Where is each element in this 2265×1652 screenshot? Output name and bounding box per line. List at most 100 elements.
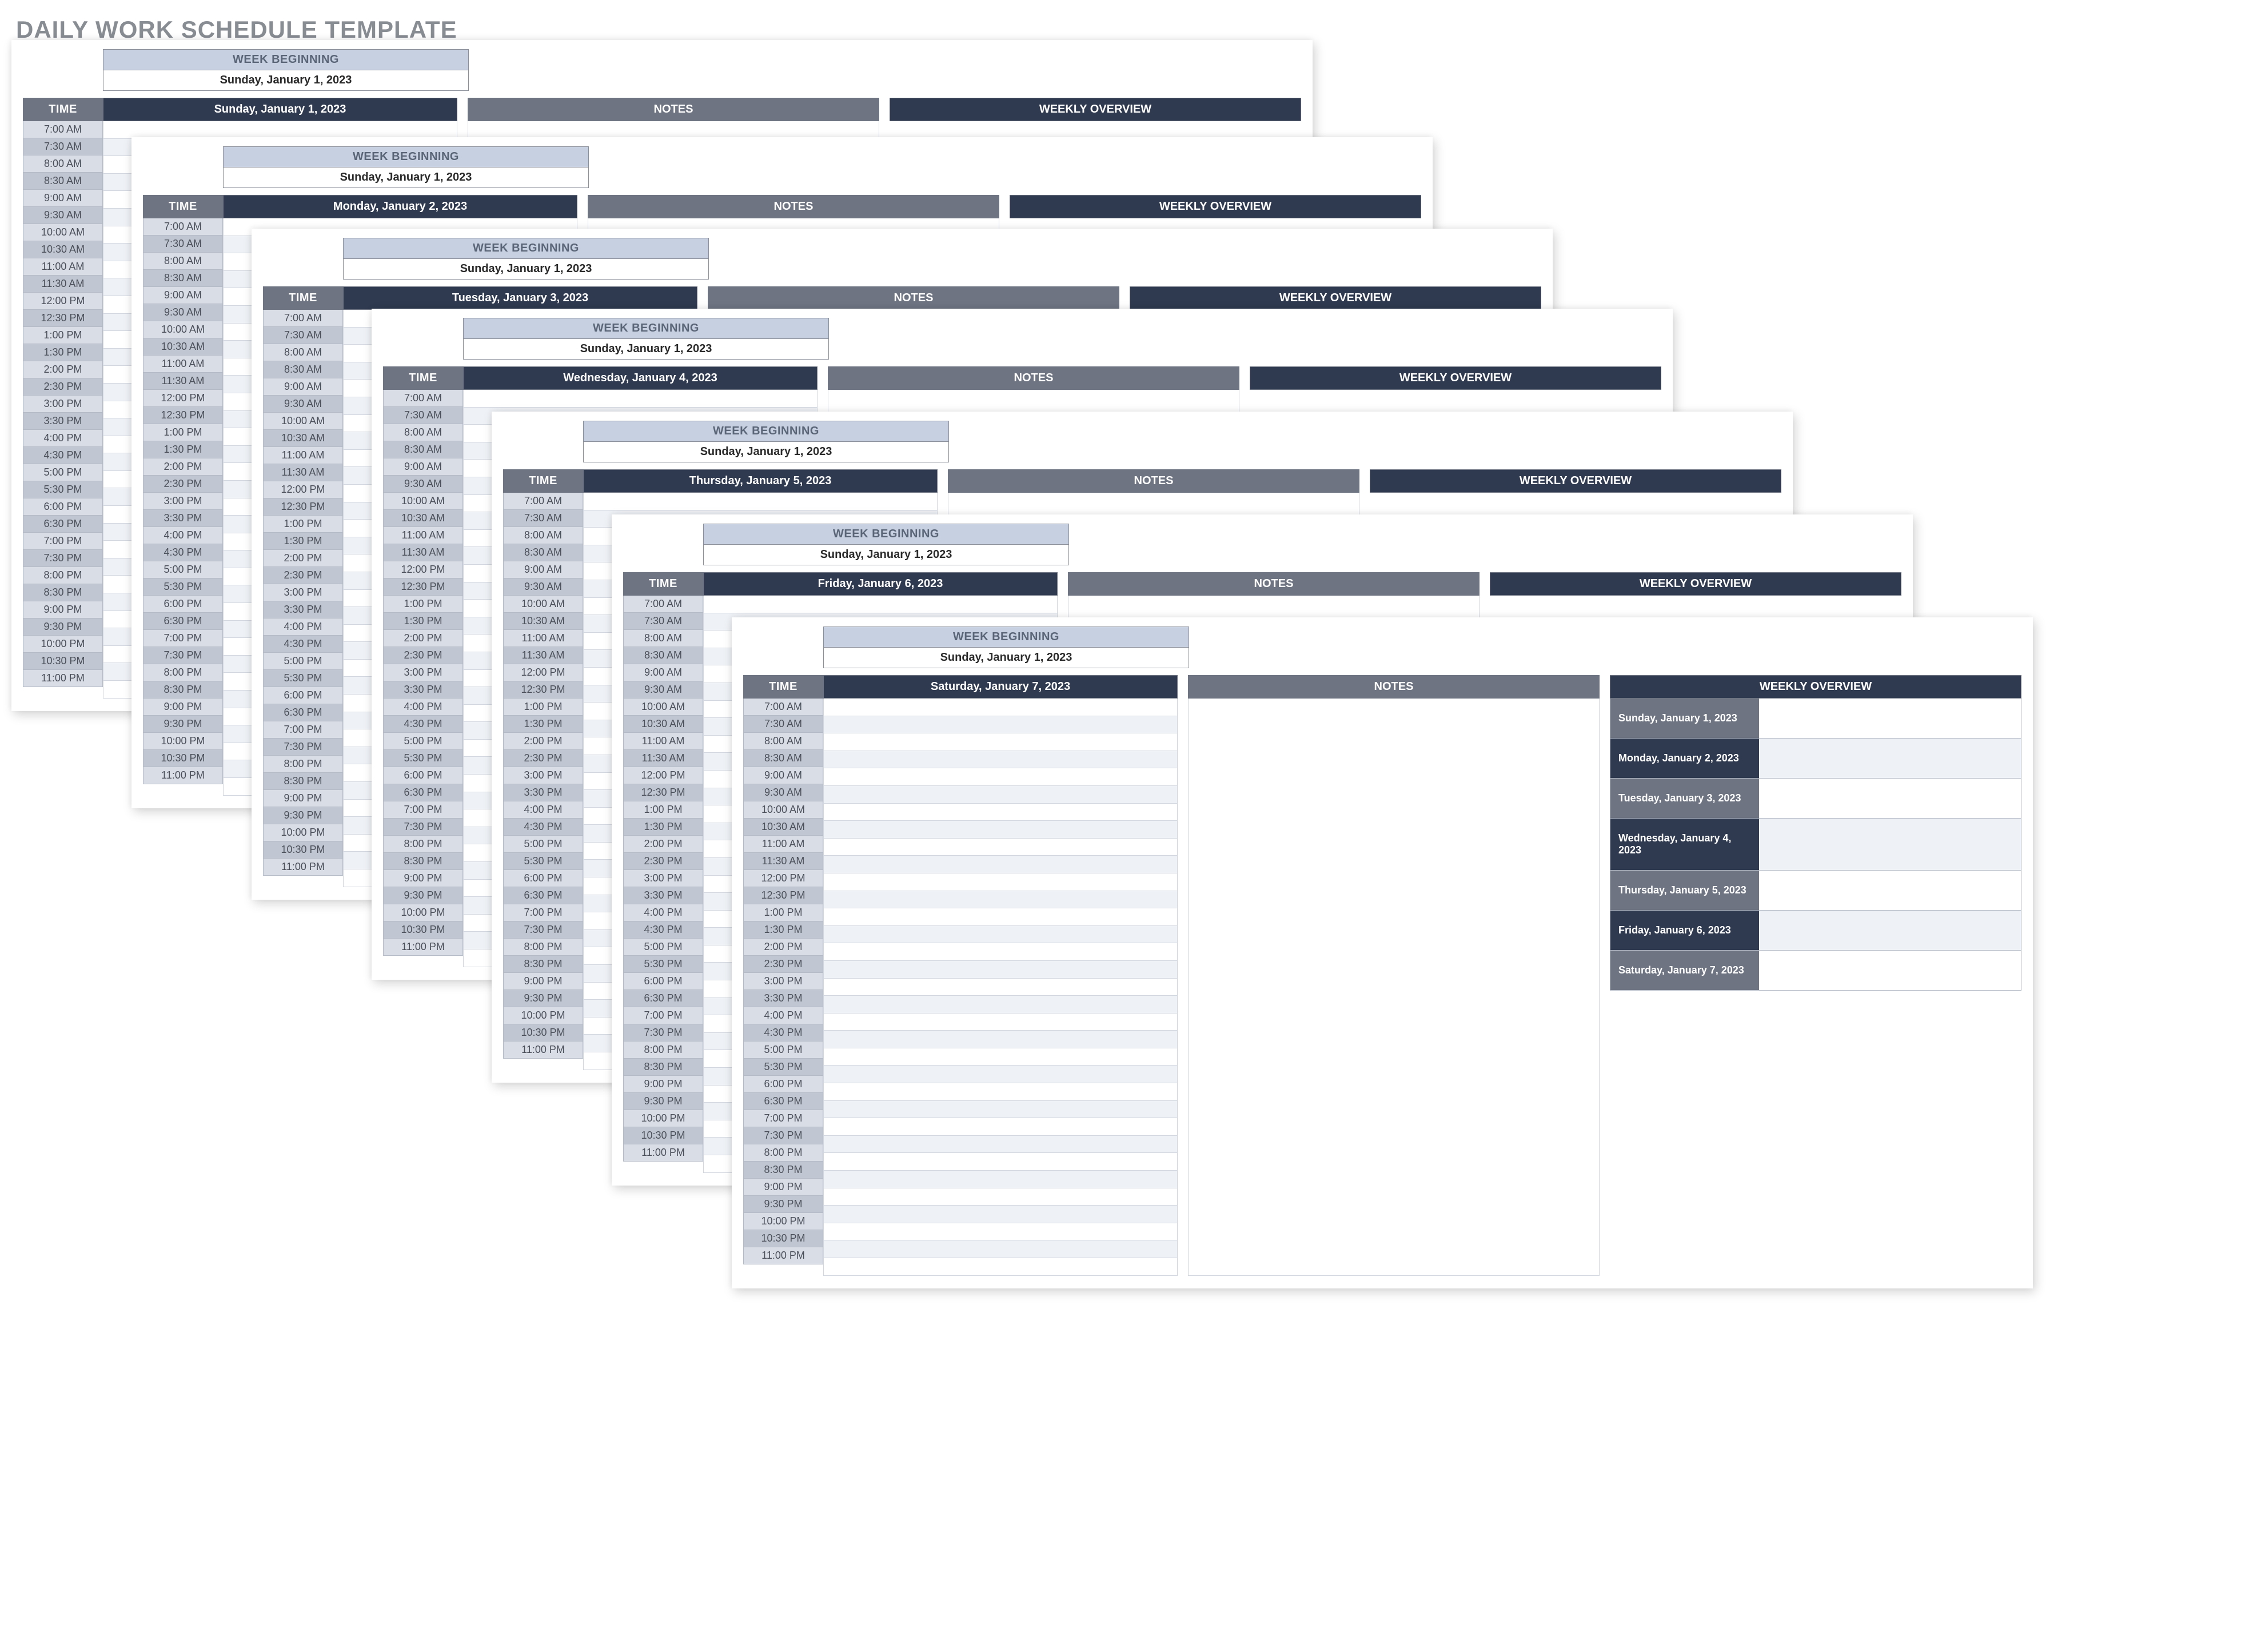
time-slot-cell[interactable]	[823, 1013, 1178, 1031]
week-beginning-box: WEEK BEGINNINGSunday, January 1, 2023	[463, 318, 829, 360]
time-label: 1:00 PM	[383, 596, 463, 613]
time-slot-cell[interactable]	[823, 943, 1178, 961]
time-label: 7:30 PM	[263, 739, 343, 756]
week-beginning-box: WEEK BEGINNINGSunday, January 1, 2023	[823, 627, 1189, 668]
time-slot-cell[interactable]	[823, 699, 1178, 716]
weekly-day-cell[interactable]	[1759, 911, 2021, 950]
time-label: 9:00 AM	[143, 287, 223, 304]
time-slot-cell[interactable]	[823, 873, 1178, 891]
time-slot-cell[interactable]	[823, 1118, 1178, 1136]
time-label: 7:30 AM	[743, 716, 823, 733]
notes-area[interactable]	[1188, 699, 1600, 1276]
time-slot-cell[interactable]	[823, 1066, 1178, 1083]
time-label: 2:30 PM	[743, 956, 823, 973]
time-label: 7:00 AM	[23, 121, 103, 138]
time-slot-cell[interactable]	[823, 804, 1178, 821]
time-label: 7:30 PM	[503, 921, 583, 939]
time-slot-cell[interactable]	[823, 891, 1178, 909]
time-label: 11:00 AM	[383, 527, 463, 544]
weekly-day-cell[interactable]	[1759, 871, 2021, 910]
weekly-overview-row[interactable]: Wednesday, January 4, 2023	[1610, 819, 2021, 871]
week-beginning-value: Sunday, January 1, 2023	[464, 339, 828, 359]
time-label: 2:00 PM	[263, 550, 343, 567]
time-slot-cell[interactable]	[823, 1188, 1178, 1206]
time-label: 10:30 AM	[143, 338, 223, 356]
time-slot-cell[interactable]	[823, 716, 1178, 734]
time-label: 9:30 AM	[503, 578, 583, 596]
time-label: 4:00 PM	[383, 699, 463, 716]
notes-header: NOTES	[588, 195, 999, 218]
time-label: 12:30 PM	[743, 887, 823, 904]
time-slot-cell[interactable]	[703, 596, 1058, 613]
time-slot-cell[interactable]	[463, 390, 818, 408]
time-label: 4:00 PM	[23, 430, 103, 447]
weekly-day-cell[interactable]	[1759, 699, 2021, 738]
time-label: 5:00 PM	[743, 1042, 823, 1059]
weekly-day-cell[interactable]	[1759, 951, 2021, 990]
notes-header: NOTES	[468, 98, 879, 121]
time-label: 10:00 PM	[623, 1110, 703, 1127]
time-label: 6:00 PM	[623, 973, 703, 990]
time-slot-cell[interactable]	[823, 908, 1178, 926]
weekly-overview-row[interactable]: Thursday, January 5, 2023	[1610, 871, 2021, 911]
time-slot-cell[interactable]	[823, 1136, 1178, 1154]
time-slot-cell[interactable]	[823, 1240, 1178, 1258]
weekly-overview-row[interactable]: Tuesday, January 3, 2023	[1610, 779, 2021, 819]
time-slot-cell[interactable]	[823, 839, 1178, 856]
weekly-day-cell[interactable]	[1759, 739, 2021, 778]
date-header: Sunday, January 1, 2023	[103, 98, 457, 121]
time-slot-cell[interactable]	[823, 856, 1178, 873]
time-label: 8:00 PM	[23, 567, 103, 584]
time-slot-cell[interactable]	[823, 996, 1178, 1013]
time-header: TIME	[263, 286, 343, 310]
weekly-overview-row[interactable]: Monday, January 2, 2023	[1610, 739, 2021, 779]
time-slot-cell[interactable]	[823, 961, 1178, 979]
time-slot-cell[interactable]	[583, 493, 938, 510]
time-label: 10:00 PM	[263, 824, 343, 841]
weekly-day-cell[interactable]	[1759, 779, 2021, 818]
time-slot-cell[interactable]	[823, 1101, 1178, 1119]
time-slot-cell[interactable]	[823, 1083, 1178, 1101]
time-label: 9:00 AM	[623, 664, 703, 681]
time-label: 4:30 PM	[623, 921, 703, 939]
notes-header: NOTES	[708, 286, 1119, 310]
time-slot-cell[interactable]	[823, 786, 1178, 804]
time-slot-cell[interactable]	[823, 1206, 1178, 1223]
date-header: Monday, January 2, 2023	[223, 195, 577, 218]
time-label: 1:00 PM	[503, 699, 583, 716]
time-slot-cell[interactable]	[823, 979, 1178, 996]
time-slot-cell[interactable]	[823, 1153, 1178, 1171]
weekly-overview-row[interactable]: Saturday, January 7, 2023	[1610, 951, 2021, 991]
weekly-overview-row[interactable]: Sunday, January 1, 2023	[1610, 699, 2021, 739]
time-slot-cell[interactable]	[823, 1048, 1178, 1066]
time-label: 11:30 AM	[383, 544, 463, 561]
time-header: TIME	[143, 195, 223, 218]
date-header: Saturday, January 7, 2023	[823, 675, 1178, 699]
time-label: 5:30 PM	[383, 750, 463, 767]
time-slot-cell[interactable]	[823, 768, 1178, 786]
time-slot-cell[interactable]	[823, 1171, 1178, 1188]
weekly-overview-row[interactable]: Friday, January 6, 2023	[1610, 911, 2021, 951]
time-slot-cell[interactable]	[823, 1031, 1178, 1048]
time-label: 9:00 AM	[503, 561, 583, 578]
time-slot-cell[interactable]	[823, 821, 1178, 839]
time-header: TIME	[503, 469, 583, 493]
time-slot-cell[interactable]	[823, 733, 1178, 751]
time-label: 7:00 PM	[383, 801, 463, 819]
weekly-overview-header: WEEKLY OVERVIEW	[1490, 572, 1901, 596]
time-label: 8:30 AM	[263, 361, 343, 378]
time-slot-cell[interactable]	[823, 751, 1178, 769]
time-slot-cell[interactable]	[823, 926, 1178, 944]
time-label: 2:00 PM	[623, 836, 703, 853]
time-label: 9:00 AM	[263, 378, 343, 396]
time-label: 1:00 PM	[143, 424, 223, 441]
weekly-day-cell[interactable]	[1759, 819, 2021, 870]
time-label: 6:30 PM	[503, 887, 583, 904]
time-slot-cell[interactable]	[823, 1223, 1178, 1241]
time-label: 8:30 AM	[743, 750, 823, 767]
time-label: 10:00 PM	[143, 733, 223, 750]
time-label: 12:00 PM	[503, 664, 583, 681]
time-slot-cell[interactable]	[823, 1258, 1178, 1276]
time-slot-cell[interactable]	[103, 121, 457, 139]
time-label: 6:00 PM	[143, 596, 223, 613]
